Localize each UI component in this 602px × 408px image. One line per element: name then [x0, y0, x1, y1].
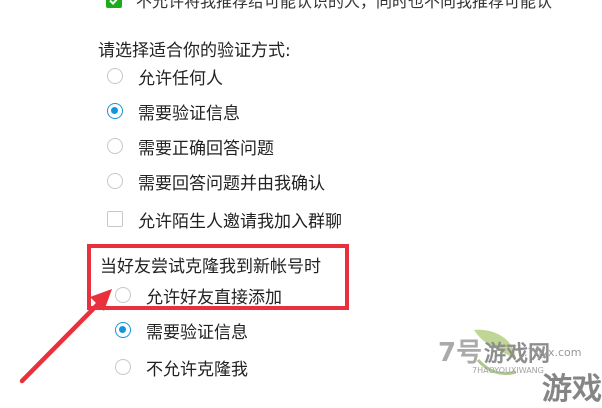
watermark-pinyin: 7HAOYOUXIWANG [472, 366, 544, 375]
watermark-logo-text: 7号 [438, 338, 483, 368]
watermark-domain: .7hyx.com [524, 346, 582, 359]
watermark-site: 游戏 [542, 372, 602, 407]
watermark-logo: 7号 游戏网 7HAOYOUXIWANG .7hyx.com 游戏 [420, 320, 602, 407]
